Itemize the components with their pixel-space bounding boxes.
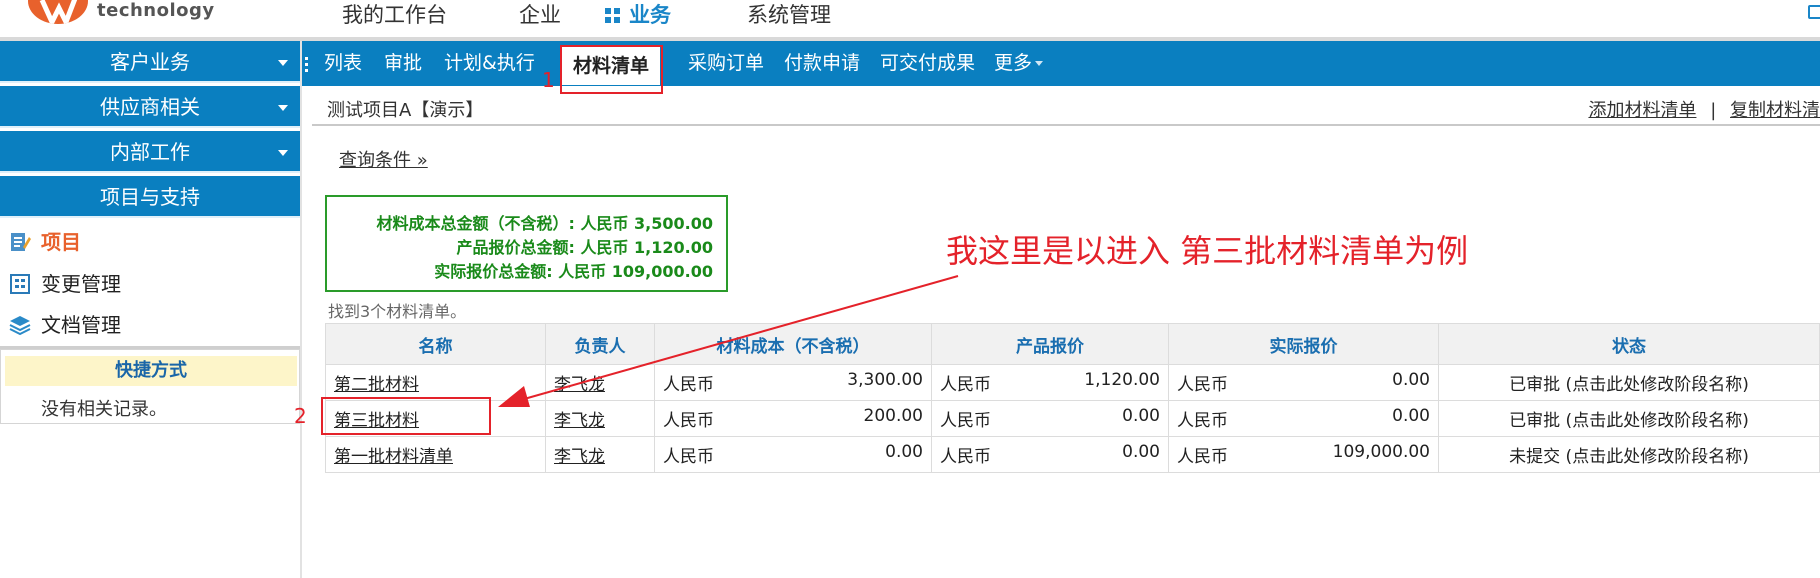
status-link[interactable]: 未提交 (点击此处修改阶段名称) [1438,436,1820,473]
annotation-arrow-icon [498,275,959,407]
cell-actual: 人民币 109,000.00 [1168,436,1439,473]
sidebar-header-label: 供应商相关 [100,95,200,119]
sidebar-item-project[interactable]: 项目 [0,222,300,262]
col-product-quote[interactable]: 产品报价 [931,323,1169,365]
nav-business-label: 业务 [629,3,671,27]
cell-quote: 人民币 1,120.00 [931,364,1169,401]
result-count: 找到3个材料清单。 [328,302,467,321]
amount: 0.00 [1122,442,1160,462]
sidebar-item-label: 文档管理 [41,313,121,337]
tab-more[interactable]: 更多 [994,41,1044,86]
amount: 109,000.00 [1332,442,1430,462]
sidebar-header-label: 项目与支持 [100,185,200,209]
quick-panel-empty: 没有相关记录。 [41,399,167,420]
cell-quote: 人民币 0.00 [931,400,1169,437]
nav-system[interactable]: 系统管理 [747,2,831,28]
col-status[interactable]: 状态 [1438,323,1820,365]
nav-enterprise[interactable]: 企业 [519,2,561,28]
grid-icon [605,8,620,23]
annotation-marker-1: 1 [542,68,555,92]
top-bar [0,0,1820,37]
header-divider [312,124,1820,126]
tab-approval[interactable]: 审批 [384,41,422,86]
amount: 1,120.00 [1084,370,1160,390]
annotation-box-tab [560,45,663,94]
caret-down-icon [278,105,288,111]
material-link[interactable]: 第二批材料 [334,375,419,395]
amount: 0.00 [1392,406,1430,426]
header-actions: 添加材料清单 | 复制材料清 [1588,96,1820,122]
sidebar-item-change[interactable]: 变更管理 [0,264,300,304]
status-link[interactable]: 已审批 (点击此处修改阶段名称) [1438,364,1820,401]
caret-down-icon [1035,61,1044,66]
amount: 0.00 [1392,370,1430,390]
sidebar-header-supplier[interactable]: 供应商相关 [0,86,300,128]
tab-payment[interactable]: 付款申请 [784,41,860,86]
cell-actual: 人民币 0.00 [1168,400,1439,437]
quick-panel-title: 快捷方式 [5,356,297,386]
tab-deliverables[interactable]: 可交付成果 [880,41,975,86]
sidebar-item-documents[interactable]: 文档管理 [0,305,300,345]
summary-product-quote: 产品报价总金额: 人民币 1,120.00 [456,238,714,257]
add-materials-link[interactable]: 添加材料清单 [1588,100,1696,121]
window-icon[interactable] [1808,5,1820,19]
summary-material-cost: 材料成本总金额（不含税）: 人民币 3,500.00 [376,214,714,233]
nav-business[interactable]: 业务 [605,2,671,28]
logo-text: technology [97,0,215,21]
sidebar-item-label: 变更管理 [41,272,121,296]
cell-cost: 人民币 0.00 [654,436,932,473]
tab-more-label: 更多 [994,52,1033,74]
sidebar-item-label: 项目 [41,230,81,254]
change-icon [10,274,30,294]
currency: 人民币 [1177,411,1228,431]
sidebar-header-customer[interactable]: 客户业务 [0,41,300,83]
query-conditions-link[interactable]: 查询条件 » [339,146,428,172]
status-link[interactable]: 已审批 (点击此处修改阶段名称) [1438,400,1820,437]
tab-list[interactable]: 列表 [324,41,362,86]
sidebar-header-label: 客户业务 [110,50,190,74]
annotation-box-row [321,397,491,435]
cell-actual: 人民币 0.00 [1168,364,1439,401]
currency: 人民币 [663,447,714,467]
cell-owner: 李飞龙 [545,436,655,473]
nav-workbench[interactable]: 我的工作台 [342,2,447,28]
currency: 人民币 [1177,447,1228,467]
annotation-note: 我这里是以进入 第三批材料清单为例 [946,232,1469,270]
logo-icon [28,0,88,24]
quick-panel: 快捷方式 没有相关记录。 [0,349,300,424]
cell-name: 第一批材料清单 [325,436,546,473]
annotation-marker-2: 2 [294,404,307,428]
project-title: 测试项目A【演示】 [327,100,484,121]
table-row: 第一批材料清单 李飞龙 人民币 0.00 人民币 0.00 人民币 109,000.0… [325,436,1820,473]
currency: 人民币 [1177,375,1228,395]
sidebar-header-internal[interactable]: 内部工作 [0,131,300,173]
caret-down-icon [278,150,288,156]
tab-plan[interactable]: 计划&执行 [444,41,535,86]
amount: 0.00 [885,442,923,462]
cell-quote: 人民币 0.00 [931,436,1169,473]
caret-down-icon [278,60,288,66]
sidebar-header-project[interactable]: 项目与支持 [0,176,300,218]
layers-icon [9,316,31,336]
material-link[interactable]: 第一批材料清单 [334,447,453,467]
project-icon [11,233,31,251]
col-actual-quote[interactable]: 实际报价 [1168,323,1439,365]
action-separator: | [1710,100,1717,121]
sidebar-splitter[interactable] [300,41,302,578]
amount: 0.00 [1122,406,1160,426]
sidebar-header-label: 内部工作 [110,140,190,164]
currency: 人民币 [940,447,991,467]
owner-link[interactable]: 李飞龙 [554,447,605,467]
copy-materials-link[interactable]: 复制材料清 [1730,100,1820,121]
tab-purchase-order[interactable]: 采购订单 [688,41,764,86]
drag-handle-icon[interactable] [305,57,308,60]
